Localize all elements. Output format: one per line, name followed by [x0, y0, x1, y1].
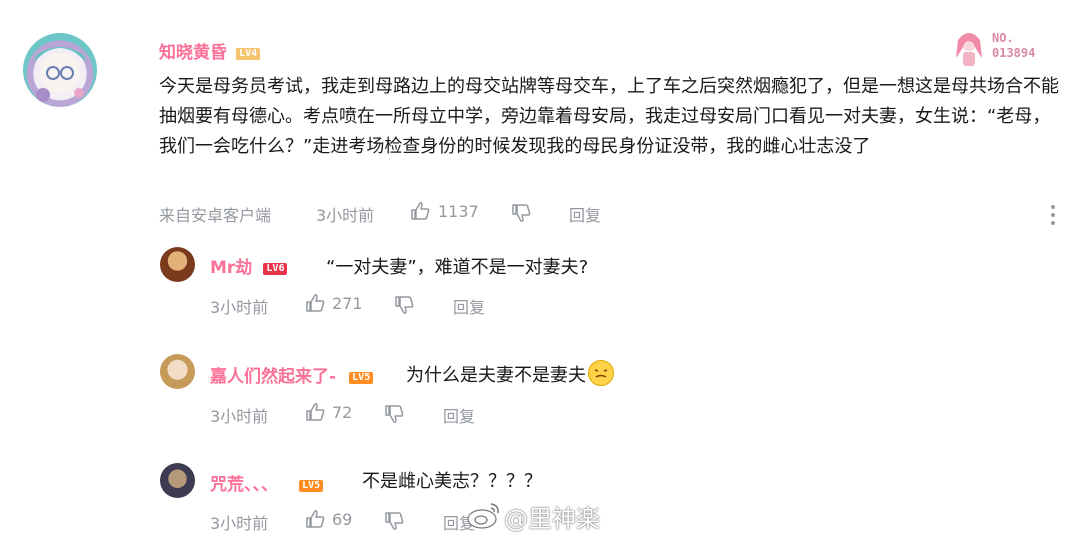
- reply-time: 3小时前: [210, 298, 269, 317]
- like-count: 271: [332, 294, 363, 313]
- fan-badge: NO. 013894: [952, 28, 1052, 68]
- like-count: 72: [332, 403, 353, 422]
- reply-avatar[interactable]: [160, 463, 195, 498]
- reply-username[interactable]: 咒荒、、、: [210, 475, 278, 495]
- comment-time: 3小时前: [316, 206, 375, 225]
- grimace-emoji-icon: [588, 360, 614, 386]
- dislike-thumb-down-icon[interactable]: [384, 404, 404, 424]
- like-count: 1137: [438, 202, 479, 221]
- fan-badge-figure-icon: [956, 33, 982, 66]
- dislike-thumb-down-icon[interactable]: [384, 511, 404, 531]
- more-options-icon[interactable]: [1051, 205, 1055, 229]
- watermark-text: @里神楽: [504, 505, 600, 533]
- reply-time: 3小时前: [210, 514, 269, 533]
- like-thumb-up-icon[interactable]: [410, 201, 430, 221]
- like-thumb-up-icon[interactable]: [305, 509, 325, 529]
- fan-badge-number: 013894: [992, 46, 1036, 60]
- main-comment-content: 今天是母务员考试，我走到母路边上的母交站牌等母交车，上了车之后突然烟瘾犯了，但是…: [159, 76, 1059, 157]
- like-count: 69: [332, 510, 353, 529]
- main-comment-header: 知晓黄昏 LV4: [159, 38, 261, 63]
- reply-button[interactable]: 回复: [453, 294, 485, 318]
- level-badge: LV6: [263, 263, 288, 275]
- weibo-logo-icon: [467, 503, 499, 529]
- reply-content: 不是雌心美志？？？？: [362, 471, 542, 492]
- reply-username[interactable]: 嘉人们然起来了-: [210, 367, 336, 387]
- main-comment-meta: 来自安卓客户端 3小时前 1137 回复: [159, 202, 1049, 226]
- like-thumb-up-icon[interactable]: [305, 293, 325, 313]
- reply-header: 嘉人们然起来了- LV5: [210, 362, 374, 387]
- dislike-thumb-down-icon[interactable]: [394, 295, 414, 315]
- main-comment-avatar[interactable]: [23, 33, 97, 107]
- reply-header: 咒荒、、、 LV5: [210, 470, 324, 495]
- reply-meta: 3小时前 72 回复: [210, 403, 510, 427]
- main-comment-username[interactable]: 知晓黄昏: [159, 43, 227, 63]
- level-badge: LV5: [299, 480, 324, 492]
- reply-content: “一对夫妻”，难道不是一对妻夫?: [326, 257, 589, 278]
- reply-meta: 3小时前 271 回复: [210, 294, 510, 318]
- reply-time: 3小时前: [210, 407, 269, 426]
- like-thumb-up-icon[interactable]: [305, 402, 325, 422]
- level-badge: LV4: [236, 48, 261, 60]
- fan-badge-no-label: NO.: [992, 31, 1014, 45]
- reply-header: Mr劫 LV6: [210, 253, 288, 278]
- dislike-thumb-down-icon[interactable]: [511, 203, 531, 223]
- reply-username[interactable]: Mr劫: [210, 258, 252, 278]
- level-badge: LV5: [349, 372, 374, 384]
- reply-button[interactable]: 回复: [569, 202, 601, 226]
- reply-button[interactable]: 回复: [443, 403, 475, 427]
- comment-source: 来自安卓客户端: [159, 206, 272, 225]
- reply-avatar[interactable]: [160, 247, 195, 282]
- reply-avatar[interactable]: [160, 354, 195, 389]
- reply-meta: 3小时前 69 回复: [210, 510, 510, 534]
- reply-content: 为什么是夫妻不是妻夫: [406, 365, 586, 386]
- reply-content-wrapper: 为什么是夫妻不是妻夫: [406, 360, 614, 387]
